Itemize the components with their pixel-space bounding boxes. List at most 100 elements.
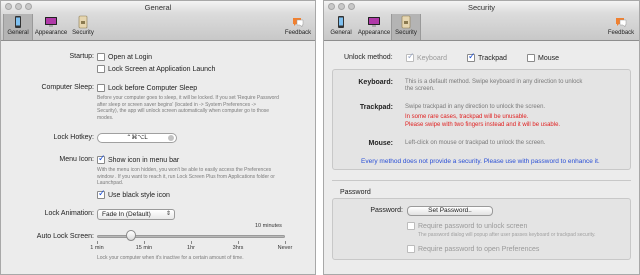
toolbar: General Appearance Security Feedback bbox=[324, 13, 639, 41]
use-black-icon-label: Use black style icon bbox=[108, 191, 170, 199]
mouse-option[interactable]: Mouse bbox=[527, 54, 559, 62]
keyboard-desc-line: the screen. bbox=[405, 86, 435, 92]
tab-security[interactable]: Security bbox=[391, 14, 421, 40]
require-prefs-label: Require password to open Preferences bbox=[418, 245, 540, 253]
mouse-desc: Left-click on mouse or trackpad to unloc… bbox=[405, 140, 546, 146]
open-at-login-checkbox[interactable] bbox=[97, 53, 105, 61]
window-title: General bbox=[144, 3, 172, 12]
require-prefs-checkbox[interactable] bbox=[407, 245, 415, 253]
tab-appearance-label: Appearance bbox=[357, 30, 391, 36]
slider-tick-label: 15 min bbox=[135, 245, 153, 251]
lock-before-sleep-label: Lock before Computer Sleep bbox=[108, 84, 198, 92]
general-window: General General Appearance Security Feed… bbox=[0, 0, 316, 275]
hotkey-recorder[interactable]: ⌃⌘⌥L bbox=[97, 133, 177, 143]
password-section-title: Password bbox=[340, 189, 371, 196]
sleep-help-text: Before your computer goes to sleep, it w… bbox=[97, 95, 312, 121]
trackpad-warning-line: In some rare cases, trackpad will be unu… bbox=[405, 114, 529, 120]
set-password-button[interactable]: Set Password.. bbox=[407, 206, 493, 216]
menu-help-text: With the menu icon hidden, you won't be … bbox=[97, 167, 312, 187]
auto-lock-help: Lock your computer when it's inactive fo… bbox=[97, 255, 244, 261]
password-label: Password: bbox=[370, 207, 403, 214]
trackpad-checkbox[interactable] bbox=[467, 52, 476, 62]
use-black-icon-checkbox[interactable] bbox=[97, 189, 106, 199]
lock-animation-select[interactable]: Fade In (Default) ⇕ bbox=[97, 209, 175, 220]
lock-screen-launch-label: Lock Screen at Application Launch bbox=[108, 65, 216, 73]
feedback-icon bbox=[293, 18, 304, 28]
tab-security-label: Security bbox=[72, 30, 94, 36]
mouse-option-label: Mouse bbox=[538, 54, 560, 62]
slider-tick bbox=[285, 241, 286, 244]
tab-security-label: Security bbox=[395, 30, 417, 36]
mouse-desc-label: Mouse: bbox=[368, 140, 394, 147]
tab-general[interactable]: General bbox=[3, 14, 33, 40]
tab-appearance-label: Appearance bbox=[34, 30, 68, 36]
tab-general[interactable]: General bbox=[326, 14, 356, 40]
section-divider bbox=[332, 180, 631, 181]
feedback-icon bbox=[616, 18, 627, 28]
trackpad-desc-label: Trackpad: bbox=[359, 104, 393, 111]
auto-lock-value: 10 minutes bbox=[255, 223, 282, 229]
trackpad-warning-line: Please swipe with two fingers instead an… bbox=[405, 122, 561, 128]
tab-appearance[interactable]: Appearance bbox=[34, 14, 68, 40]
use-black-icon-option[interactable]: Use black style icon bbox=[97, 189, 170, 199]
select-arrows-icon: ⇕ bbox=[165, 211, 171, 217]
keyboard-desc-label: Keyboard: bbox=[358, 79, 393, 86]
window-title: Security bbox=[467, 3, 496, 12]
lock-icon bbox=[78, 15, 88, 29]
tab-security[interactable]: Security bbox=[68, 14, 98, 40]
mouse-checkbox[interactable] bbox=[527, 54, 535, 62]
toolbar: General Appearance Security Feedback bbox=[1, 13, 315, 41]
feedback-button[interactable]: Feedback bbox=[606, 14, 636, 40]
security-note: Every method does not provide a security… bbox=[361, 158, 600, 165]
open-at-login-label: Open at Login bbox=[108, 53, 152, 61]
slider-tick bbox=[238, 241, 239, 244]
slider-thumb[interactable] bbox=[125, 230, 136, 241]
show-in-menu-bar-option[interactable]: Show icon in menu bar bbox=[97, 154, 180, 164]
trackpad-option[interactable]: Trackpad bbox=[467, 52, 507, 62]
startup-label: Startup: bbox=[69, 53, 94, 60]
sleep-help-line: modes. bbox=[97, 114, 114, 121]
feedback-label: Feedback bbox=[284, 30, 312, 36]
menu-help-line: Launchpad. bbox=[97, 180, 124, 186]
general-content: Startup: Open at Login Lock Screen at Ap… bbox=[1, 42, 315, 274]
lock-before-sleep-checkbox[interactable] bbox=[97, 84, 105, 92]
security-content: Unlock method: Keyboard Trackpad Mouse K… bbox=[324, 42, 639, 274]
display-icon bbox=[45, 17, 57, 27]
slider-tick bbox=[144, 241, 145, 244]
slider-tick-label: 1 min bbox=[90, 245, 104, 251]
lock-screen-launch-checkbox[interactable] bbox=[97, 65, 105, 73]
keyboard-desc: This is a default method. Swipe keyboard… bbox=[405, 79, 625, 93]
clear-hotkey-icon[interactable] bbox=[168, 135, 174, 141]
unlock-method-label: Unlock method: bbox=[344, 54, 393, 61]
lock-animation-value: Fade In (Default) bbox=[102, 211, 151, 218]
slider-tick-label: Never bbox=[277, 245, 293, 251]
hotkey-value: ⌃⌘⌥L bbox=[126, 134, 148, 141]
phone-icon bbox=[338, 16, 344, 28]
tab-general-label: General bbox=[7, 30, 29, 36]
trackpad-desc: Swipe trackpad in any direction to unloc… bbox=[405, 104, 546, 110]
tab-appearance[interactable]: Appearance bbox=[357, 14, 391, 40]
title-bar: Security bbox=[324, 1, 639, 13]
lock-before-sleep-option[interactable]: Lock before Computer Sleep bbox=[97, 84, 197, 92]
menu-icon-label: Menu Icon: bbox=[59, 156, 94, 163]
display-icon bbox=[368, 17, 380, 27]
require-prefs-option[interactable]: Require password to open Preferences bbox=[407, 245, 539, 253]
keyboard-checkbox[interactable] bbox=[406, 52, 415, 62]
trackpad-option-label: Trackpad bbox=[478, 54, 507, 62]
title-bar: General bbox=[1, 1, 315, 13]
feedback-label: Feedback bbox=[607, 30, 635, 36]
require-unlock-checkbox[interactable] bbox=[407, 222, 415, 230]
feedback-button[interactable]: Feedback bbox=[283, 14, 313, 40]
keyboard-desc-line: This is a default method. Swipe keyboard… bbox=[405, 79, 583, 85]
slider-tick-label: 3hrs bbox=[232, 245, 244, 251]
show-in-menu-bar-checkbox[interactable] bbox=[97, 154, 106, 164]
computer-sleep-label: Computer Sleep: bbox=[41, 84, 94, 91]
open-at-login-option[interactable]: Open at Login bbox=[97, 53, 152, 61]
trackpad-warning: In some rare cases, trackpad will be unu… bbox=[405, 113, 625, 129]
show-in-menu-bar-label: Show icon in menu bar bbox=[108, 156, 180, 164]
keyboard-option[interactable]: Keyboard bbox=[406, 52, 447, 62]
slider-tick bbox=[191, 241, 192, 244]
lock-hotkey-label: Lock Hotkey: bbox=[53, 134, 94, 141]
require-unlock-option[interactable]: Require password to unlock screen bbox=[407, 222, 527, 230]
lock-screen-launch-option[interactable]: Lock Screen at Application Launch bbox=[97, 65, 215, 73]
